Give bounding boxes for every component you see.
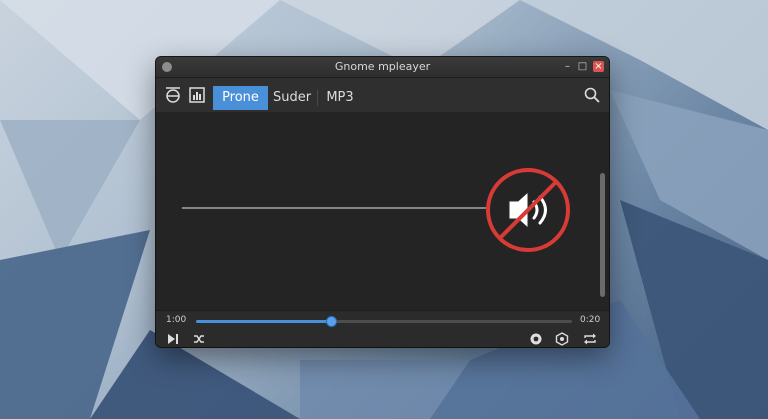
settings-icon[interactable]	[555, 331, 569, 346]
muted-speaker-prohibited-icon	[486, 168, 570, 252]
search-icon[interactable]	[583, 86, 601, 104]
waveform	[182, 127, 570, 301]
shuffle-icon[interactable]	[192, 331, 206, 345]
seek-bar[interactable]	[196, 317, 572, 326]
audio-visualizer	[156, 113, 609, 310]
maximize-button[interactable]: □	[577, 61, 588, 72]
tab-divider	[317, 90, 318, 106]
record-icon[interactable]	[529, 331, 543, 345]
tab-prone[interactable]: Prone	[213, 86, 268, 110]
tab-mp3[interactable]: MP3	[322, 86, 358, 110]
mplayer-window: Gnome mpleayer – □ × Prone Suder MP3 1:0…	[156, 57, 609, 347]
minimize-button[interactable]: –	[562, 61, 573, 72]
skip-next-icon[interactable]	[166, 331, 180, 345]
collapse-arrows-icon[interactable]	[164, 86, 182, 104]
current-time: 1:00	[166, 315, 187, 325]
repeat-icon[interactable]	[583, 331, 597, 345]
titlebar: Gnome mpleayer – □ ×	[156, 57, 609, 78]
visualizer-scrollbar[interactable]	[600, 173, 605, 297]
seek-handle[interactable]	[327, 317, 337, 326]
toolbar: Prone Suder MP3	[156, 78, 609, 113]
total-time: 0:20	[580, 315, 601, 325]
chart-icon[interactable]	[188, 86, 206, 104]
close-button[interactable]: ×	[593, 61, 604, 72]
tab-suder[interactable]: Suder	[270, 86, 314, 110]
seek-progress	[196, 320, 332, 323]
window-title: Gnome mpleayer	[334, 60, 431, 73]
playback-controls: 1:00 0:20	[156, 310, 609, 347]
